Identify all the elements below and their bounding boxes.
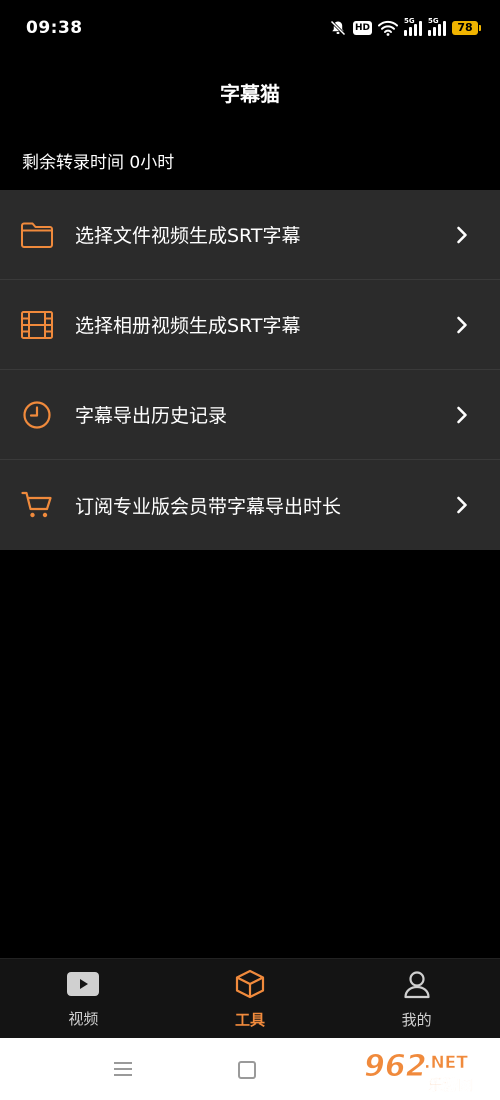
menu-item-label: 选择相册视频生成SRT字幕 bbox=[75, 315, 301, 337]
status-time: 09:38 bbox=[26, 18, 83, 38]
menu-item-export-history[interactable]: 字幕导出历史记录 bbox=[0, 370, 500, 460]
home-button-icon[interactable] bbox=[238, 1061, 256, 1079]
site-watermark-logo: 962 .NET 乐游网 bbox=[360, 1046, 492, 1096]
tab-label: 我的 bbox=[401, 1010, 432, 1029]
mute-bell-icon bbox=[329, 19, 347, 37]
menu-item-label: 字幕导出历史记录 bbox=[75, 405, 228, 427]
tab-label: 工具 bbox=[234, 1010, 265, 1029]
cart-icon bbox=[20, 488, 54, 522]
network-type-label: 5G bbox=[428, 17, 439, 25]
menu-item-label: 订阅专业版会员带字幕导出时长 bbox=[75, 495, 342, 518]
status-icons: HD 5G 5G 78 bbox=[329, 17, 481, 37]
watermark-brand: 962 bbox=[364, 1049, 427, 1084]
page-title: 字幕猫 bbox=[220, 82, 280, 106]
menu-item-select-file-video[interactable]: 选择文件视频生成SRT字幕 bbox=[0, 190, 500, 280]
tool-menu-list: 选择文件视频生成SRT字幕 选择相册视频生成SRT字幕 字幕导出历史记录 订阅专… bbox=[0, 190, 500, 550]
remaining-transcription-time: 剩余转录时间 0小时 bbox=[22, 153, 175, 173]
signal-icon-sim1: 5G bbox=[404, 17, 422, 36]
menu-item-select-album-video[interactable]: 选择相册视频生成SRT字幕 bbox=[0, 280, 500, 370]
chevron-right-icon bbox=[452, 225, 472, 245]
hd-badge: HD bbox=[352, 21, 372, 35]
chevron-right-icon bbox=[452, 405, 472, 425]
recent-apps-icon[interactable] bbox=[114, 1062, 132, 1080]
clock-icon bbox=[20, 398, 54, 432]
film-icon bbox=[20, 308, 54, 342]
chevron-right-icon bbox=[452, 495, 472, 515]
app-screen: 09:38 HD 5G 5G 78 字幕猫 剩余转录时间 0小时 选择文件视频生… bbox=[0, 0, 500, 1100]
battery-icon: 78 bbox=[452, 21, 481, 35]
tab-tools[interactable]: 工具 bbox=[190, 969, 310, 1030]
watermark-net: .NET bbox=[424, 1053, 468, 1073]
menu-item-label: 选择文件视频生成SRT字幕 bbox=[75, 225, 301, 247]
signal-icon-sim2: 5G bbox=[428, 17, 446, 36]
watermark-sub: 乐游网 bbox=[428, 1076, 473, 1094]
play-video-icon bbox=[66, 970, 100, 1002]
tab-video[interactable]: 视频 bbox=[23, 970, 143, 1029]
network-type-label: 5G bbox=[404, 17, 415, 25]
bottom-tab-bar: 视频 工具 我的 bbox=[0, 958, 500, 1039]
menu-item-subscribe-pro[interactable]: 订阅专业版会员带字幕导出时长 bbox=[0, 460, 500, 550]
tab-label: 视频 bbox=[68, 1009, 99, 1028]
box-icon bbox=[234, 969, 266, 1003]
status-bar: 09:38 HD 5G 5G 78 bbox=[0, 0, 500, 56]
wifi-icon bbox=[378, 20, 398, 36]
tab-me[interactable]: 我的 bbox=[357, 969, 477, 1030]
folder-icon bbox=[20, 218, 54, 252]
chevron-right-icon bbox=[452, 315, 472, 335]
user-icon bbox=[402, 969, 432, 1003]
